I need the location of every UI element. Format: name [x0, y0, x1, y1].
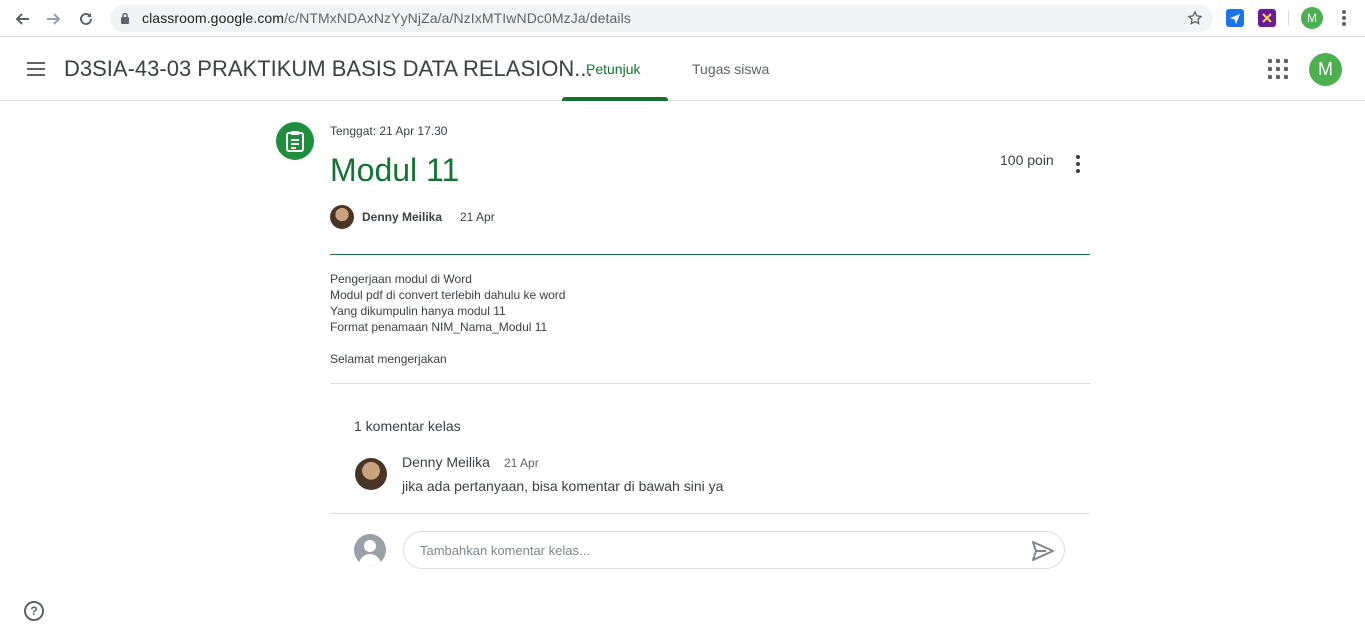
url-host: classroom.google.com: [142, 10, 285, 26]
assignment-description: Pengerjaan modul di Word Modul pdf di co…: [330, 271, 565, 367]
lock-icon: [121, 12, 129, 24]
account-avatar[interactable]: M: [1309, 53, 1342, 86]
current-user-avatar: [354, 534, 386, 566]
class-comments-heading[interactable]: 1 komentar kelas: [354, 418, 461, 434]
assignment-icon: [276, 122, 314, 160]
send-plane-icon: [1230, 14, 1240, 24]
divider: [330, 383, 1090, 384]
toolbar-divider: [1288, 10, 1289, 26]
profile-avatar[interactable]: M: [1301, 7, 1323, 29]
star-icon[interactable]: [1187, 10, 1203, 26]
description-line: Selamat mengerjakan: [330, 352, 447, 366]
description-line: Pengerjaan modul di Word: [330, 272, 472, 286]
description-line: Yang dikumpulin hanya modul 11: [330, 304, 506, 318]
due-date: Tenggat: 21 Apr 17.30: [330, 124, 448, 138]
browser-toolbar: classroom.google.com/c/NTMxNDAxNzYyNjZa/…: [0, 0, 1365, 37]
assignment-title: Modul 11: [330, 152, 460, 188]
x-mark-icon: [1262, 13, 1272, 23]
url-text: classroom.google.com/c/NTMxNDAxNzYyNjZa/…: [142, 10, 631, 26]
description-line: Format penamaan NIM_Nama_Modul 11: [330, 320, 548, 334]
comment-text: jika ada pertanyaan, bisa komentar di ba…: [402, 478, 724, 494]
clipboard-icon: [286, 131, 304, 152]
description-line: [330, 335, 565, 351]
tab-instructions[interactable]: Petunjuk: [586, 61, 640, 77]
forward-button[interactable]: [42, 7, 66, 31]
course-title[interactable]: D3SIA-43-03 PRAKTIKUM BASIS DATA RELASIO…: [64, 56, 593, 82]
author-name: Denny Meilika: [362, 210, 443, 224]
more-vert-icon[interactable]: [1336, 9, 1352, 27]
help-icon[interactable]: ?: [24, 601, 44, 621]
comment-date: 21 Apr: [504, 456, 539, 470]
post-date: 21 Apr: [460, 210, 495, 224]
more-options-button[interactable]: [1068, 154, 1088, 174]
menu-icon[interactable]: [24, 57, 48, 81]
send-icon[interactable]: [1031, 540, 1055, 562]
address-bar[interactable]: classroom.google.com/c/NTMxNDAxNzYyNjZa/…: [110, 5, 1213, 32]
description-line: Modul pdf di convert terlebih dahulu ke …: [330, 288, 566, 302]
apps-grid-icon[interactable]: [1268, 59, 1288, 79]
divider: [330, 513, 1090, 514]
active-tab-indicator: [562, 97, 668, 101]
tab-student-work[interactable]: Tugas siswa: [692, 61, 769, 77]
divider: [330, 254, 1090, 255]
reload-icon: [80, 12, 92, 25]
points-label: 100 poin: [1000, 152, 1054, 168]
arrow-right-icon: [47, 13, 61, 25]
commenter-name: Denny Meilika: [402, 454, 490, 470]
author-avatar: [330, 205, 354, 229]
extension-icon[interactable]: [1226, 9, 1244, 27]
commenter-avatar: [355, 458, 387, 490]
comment-input[interactable]: [403, 531, 1065, 569]
reload-button[interactable]: [74, 7, 98, 31]
url-path: /c/NTMxNDAxNzYyNjZa/a/NzIxMTIwNDc0MzJa/d…: [284, 10, 631, 26]
extension-icon-2[interactable]: [1258, 9, 1276, 27]
arrow-left-icon: [15, 13, 29, 25]
back-button[interactable]: [10, 7, 34, 31]
app-header: D3SIA-43-03 PRAKTIKUM BASIS DATA RELASIO…: [0, 37, 1365, 101]
